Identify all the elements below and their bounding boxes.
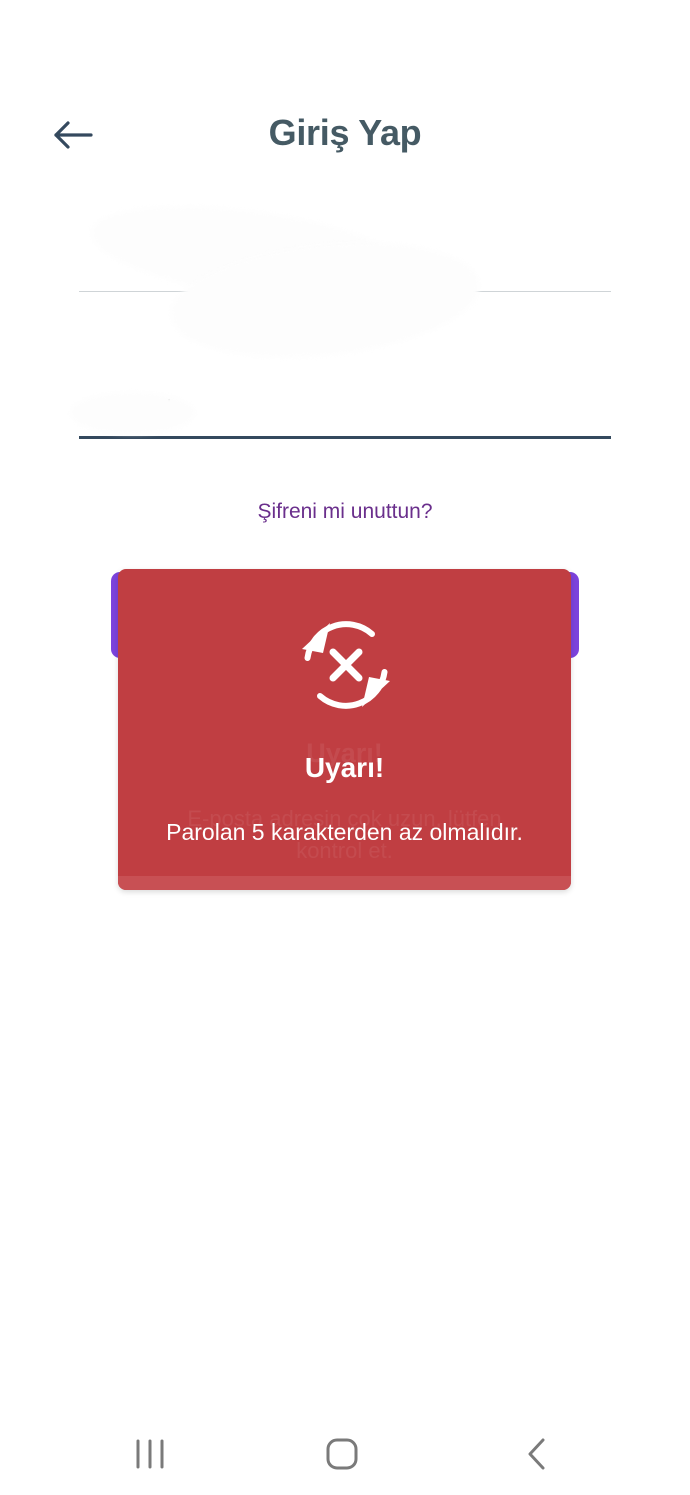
chevron-left-icon bbox=[528, 1438, 545, 1470]
home-button[interactable] bbox=[312, 1428, 372, 1480]
recents-button[interactable] bbox=[120, 1428, 180, 1480]
password-input[interactable] bbox=[79, 385, 611, 439]
recents-icon bbox=[136, 1439, 164, 1469]
alert-message: Parolan 5 karakterden az olmalıdır. bbox=[166, 819, 523, 845]
system-back-button[interactable] bbox=[507, 1428, 567, 1480]
text-cursor bbox=[168, 399, 170, 429]
password-underline bbox=[79, 436, 611, 439]
email-input[interactable] bbox=[79, 240, 611, 292]
forgot-password-link[interactable]: Şifreni mi unuttun? bbox=[0, 500, 690, 524]
alert-dialog: Uyarı! E-posta adresin çok uzun, lütfen … bbox=[118, 569, 571, 890]
email-field[interactable] bbox=[79, 240, 611, 292]
refresh-error-icon bbox=[302, 621, 390, 709]
password-field[interactable] bbox=[79, 385, 611, 439]
alert-title: Uyarı! bbox=[304, 752, 385, 783]
alert-bottom-band bbox=[118, 876, 571, 890]
home-icon bbox=[326, 1438, 358, 1470]
page-title: Giriş Yap bbox=[268, 112, 422, 153]
email-underline bbox=[79, 291, 611, 292]
